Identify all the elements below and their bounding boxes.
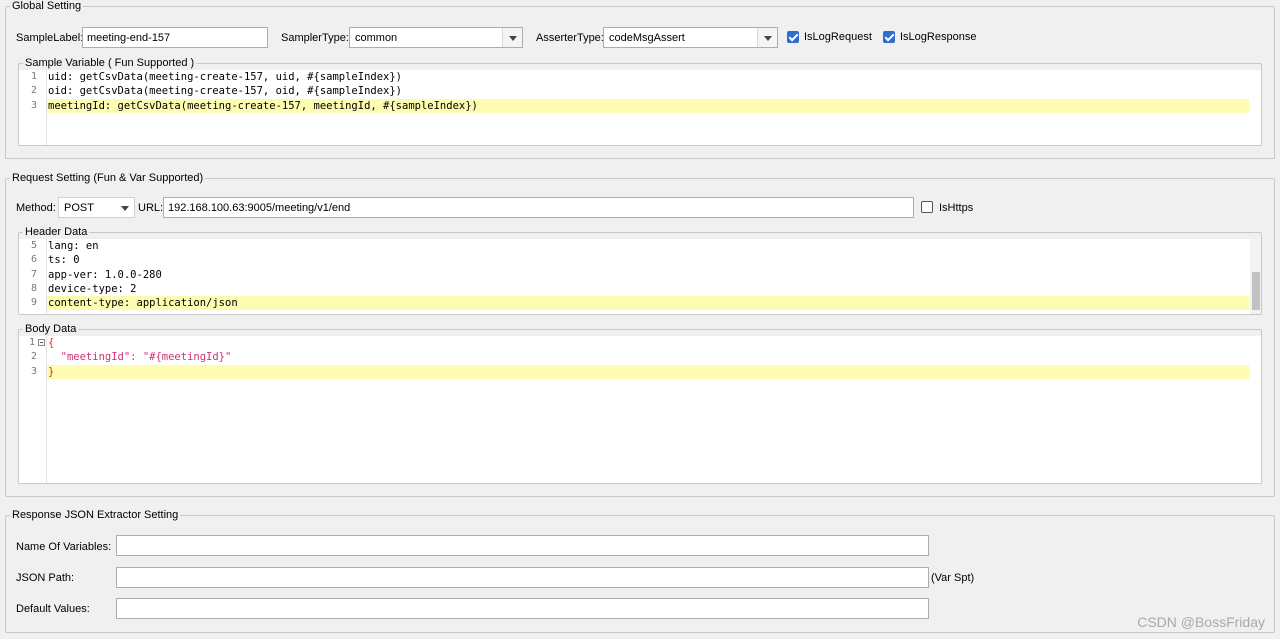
- sample-label-input[interactable]: meeting-end-157: [82, 27, 268, 48]
- global-setting-title: Global Setting: [12, 0, 82, 12]
- code-line[interactable]: lang: en: [47, 239, 1261, 253]
- line-number: 7: [30, 269, 37, 280]
- is-log-request-label[interactable]: IsLogRequest: [804, 31, 872, 43]
- code-line[interactable]: oid: getCsvData(meeting-create-157, oid,…: [47, 84, 1261, 98]
- code-line-current[interactable]: meetingId: getCsvData(meeting-create-157…: [47, 99, 1249, 113]
- sample-variable-editor[interactable]: 1 2 3 uid: getCsvData(meeting-create-157…: [19, 70, 1261, 145]
- line-number: 3: [30, 100, 37, 111]
- url-label: URL:: [138, 202, 164, 214]
- sampler-type-value: common: [355, 32, 398, 44]
- vertical-scrollbar[interactable]: [1250, 239, 1261, 314]
- json-path-label: JSON Path:: [16, 572, 75, 584]
- line-number: 1: [30, 71, 37, 82]
- line-number: 8: [30, 283, 37, 294]
- code-line-current[interactable]: }: [47, 365, 1249, 379]
- line-number: 1: [28, 337, 35, 348]
- is-log-response-checkbox[interactable]: [883, 31, 895, 43]
- json-path-input[interactable]: [116, 567, 929, 588]
- code-line-current[interactable]: content-type: application/json: [47, 296, 1249, 310]
- chevron-down-icon[interactable]: [115, 198, 134, 217]
- sample-label-label: SampleLabel:: [16, 32, 84, 44]
- is-https-label[interactable]: IsHttps: [939, 202, 973, 214]
- sampler-type-label: SamplerType:: [281, 32, 349, 44]
- is-https-checkbox[interactable]: [921, 201, 933, 213]
- code-line[interactable]: uid: getCsvData(meeting-create-157, uid,…: [47, 70, 1261, 84]
- request-setting-title: Request Setting (Fun & Var Supported): [12, 172, 204, 184]
- body-data-editor[interactable]: 1 2 3 { "meetingId": "#{meetingId}" }: [19, 336, 1261, 483]
- name-of-variables-label: Name Of Variables:: [16, 541, 112, 553]
- line-number: 3: [30, 366, 37, 377]
- sample-variable-title: Sample Variable ( Fun Supported ): [25, 57, 195, 69]
- asserter-type-select[interactable]: codeMsgAssert: [603, 27, 778, 48]
- method-select[interactable]: POST: [58, 197, 135, 218]
- is-log-response-label[interactable]: IsLogResponse: [900, 31, 976, 43]
- chevron-down-icon[interactable]: [757, 28, 777, 47]
- header-data-editor[interactable]: 5 6 7 8 9 lang: en ts: 0 app-ver: 1.0.0-…: [19, 239, 1261, 314]
- code-line[interactable]: device-type: 2: [47, 282, 1261, 296]
- line-number: 9: [30, 297, 37, 308]
- line-number: 6: [30, 254, 37, 265]
- code-line[interactable]: {: [47, 336, 1261, 350]
- line-number: 5: [30, 240, 37, 251]
- chevron-down-icon[interactable]: [502, 28, 522, 47]
- is-log-request-checkbox[interactable]: [787, 31, 799, 43]
- extractor-setting-title: Response JSON Extractor Setting: [12, 509, 179, 521]
- body-data-title: Body Data: [25, 323, 77, 335]
- asserter-type-label: AsserterType:: [536, 32, 604, 44]
- code-line[interactable]: "meetingId": "#{meetingId}": [47, 350, 1261, 364]
- line-number: 2: [30, 85, 37, 96]
- header-data-title: Header Data: [25, 226, 88, 238]
- json-path-suffix: (Var Spt): [931, 572, 975, 584]
- default-values-input[interactable]: [116, 598, 929, 619]
- method-label: Method:: [16, 202, 56, 214]
- sampler-type-select[interactable]: common: [349, 27, 523, 48]
- asserter-type-value: codeMsgAssert: [609, 32, 685, 44]
- code-line[interactable]: app-ver: 1.0.0-280: [47, 268, 1261, 282]
- watermark-text: CSDN @BossFriday: [1137, 614, 1265, 630]
- method-value: POST: [64, 202, 94, 214]
- url-input[interactable]: 192.168.100.63:9005/meeting/v1/end: [163, 197, 914, 218]
- default-values-label: Default Values:: [16, 603, 90, 615]
- scrollbar-thumb[interactable]: [1252, 272, 1260, 310]
- fold-icon[interactable]: [38, 339, 45, 346]
- code-line[interactable]: ts: 0: [47, 253, 1261, 267]
- line-number: 2: [30, 351, 37, 362]
- name-of-variables-input[interactable]: [116, 535, 929, 556]
